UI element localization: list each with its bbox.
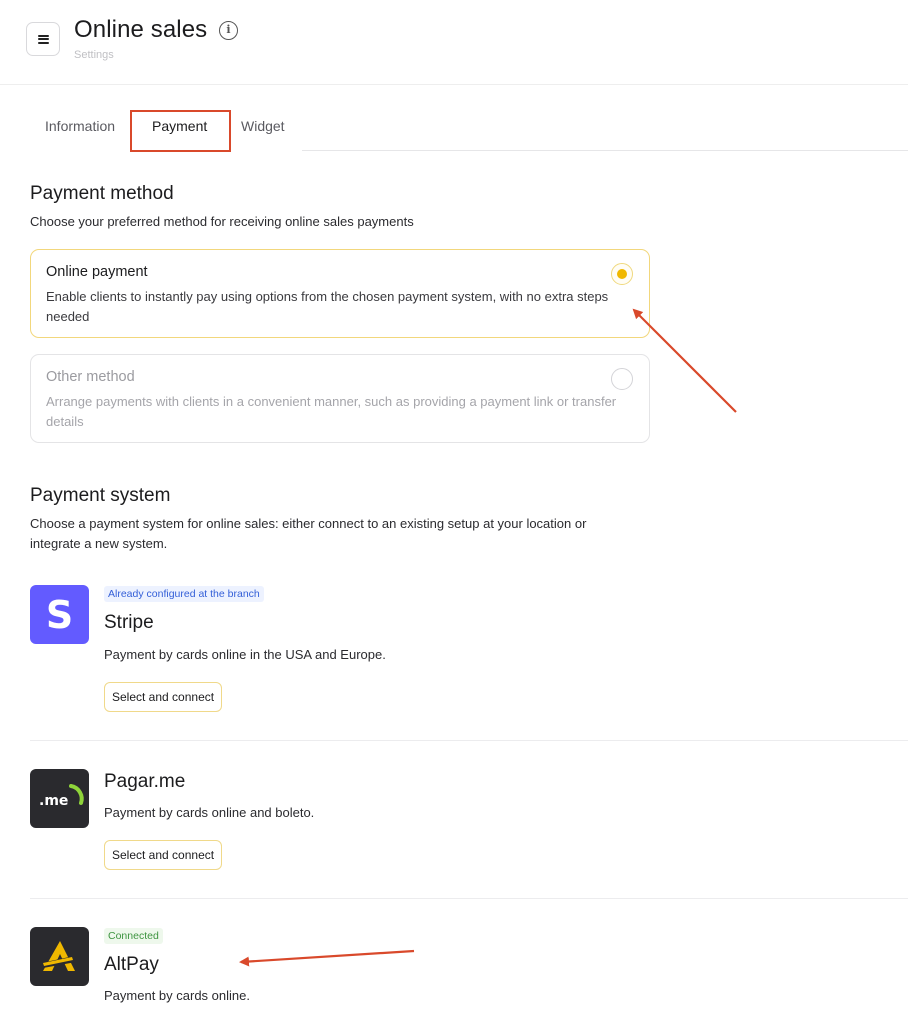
page-header: Online sales i Settings: [0, 0, 908, 85]
connected-badge: Connected: [104, 928, 163, 944]
altpay-logo: [30, 927, 89, 986]
payment-system-heading: Payment system: [30, 485, 171, 506]
menu-button[interactable]: [26, 22, 60, 56]
menu-icon: [37, 34, 49, 44]
tab-highlight-box: [130, 110, 231, 152]
provider-description: Payment by cards online.: [104, 988, 250, 1003]
provider-name: Pagar.me: [104, 771, 186, 792]
option-online-payment[interactable]: Online payment Enable clients to instant…: [30, 249, 650, 338]
divider: [30, 898, 908, 899]
option-other-method[interactable]: Other method Arrange payments with clien…: [30, 354, 650, 443]
svg-text:.me: .me: [39, 793, 68, 809]
provider-description: Payment by cards online and boleto.: [104, 805, 315, 820]
provider-name: AltPay: [104, 954, 159, 975]
provider-pagar-me: .me Pagar.me Payment by cards online and…: [30, 769, 908, 879]
tab-information[interactable]: Information: [45, 118, 115, 134]
page-title: Online sales: [74, 16, 208, 43]
provider-name: Stripe: [104, 612, 154, 633]
provider-description: Payment by cards online in the USA and E…: [104, 647, 386, 662]
select-and-connect-button[interactable]: Select and connect: [104, 682, 223, 712]
tab-divider: [302, 150, 908, 151]
stripe-logo: S: [30, 585, 89, 644]
provider-stripe: S Already configured at the branch Strip…: [30, 585, 908, 715]
option-description: Enable clients to instantly pay using op…: [46, 289, 609, 324]
info-icon[interactable]: i: [219, 21, 238, 40]
online-sales-settings-page: Online sales i Settings Information Paym…: [0, 0, 908, 1024]
divider: [30, 740, 908, 741]
tab-widget[interactable]: Widget: [241, 118, 285, 134]
provider-altpay: Connected AltPay Payment by cards online…: [30, 927, 908, 1007]
select-and-connect-button[interactable]: Select and connect: [104, 840, 223, 870]
radio-other-method[interactable]: [611, 368, 633, 390]
tab-bar: Information Payment Widget: [30, 105, 908, 152]
option-description: Arrange payments with clients in a conve…: [46, 394, 617, 429]
payment-method-description: Choose your preferred method for receivi…: [30, 214, 414, 229]
pagar-me-logo: .me: [30, 769, 89, 828]
option-title: Online payment: [46, 264, 148, 280]
breadcrumb[interactable]: Settings: [74, 49, 114, 61]
payment-system-description: Choose a payment system for online sales…: [30, 516, 587, 551]
status-badge: Already configured at the branch: [104, 586, 264, 602]
option-title: Other method: [46, 369, 135, 385]
radio-online-payment[interactable]: [611, 263, 633, 285]
payment-method-heading: Payment method: [30, 183, 174, 204]
